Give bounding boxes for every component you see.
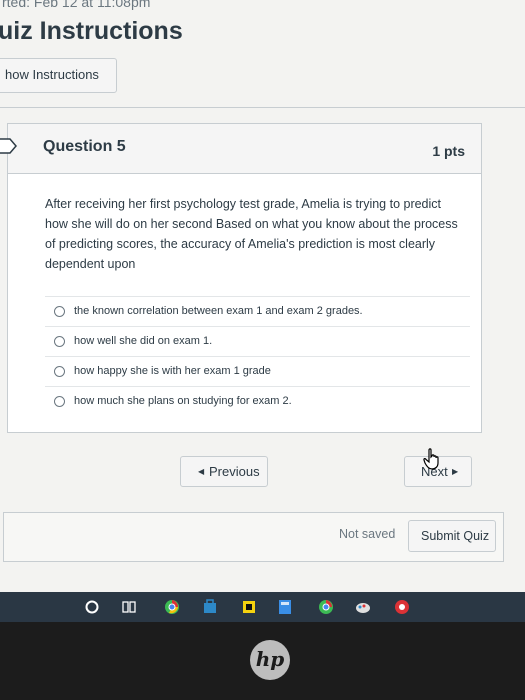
store-icon[interactable]: [202, 599, 218, 615]
browser-viewport: rted: Feb 12 at 11:08pm uiz Instructions…: [0, 0, 525, 592]
answer-list: the known correlation between exam 1 and…: [45, 296, 470, 416]
sticky-notes-icon[interactable]: [241, 599, 257, 615]
answer-label: how well she did on exam 1.: [74, 335, 213, 347]
show-instructions-button[interactable]: how Instructions: [0, 58, 117, 93]
chrome-profile-icon[interactable]: [318, 599, 334, 615]
answer-option[interactable]: how happy she is with her exam 1 grade: [45, 356, 470, 386]
radio-button[interactable]: [54, 306, 65, 317]
answer-label: how much she plans on studying for exam …: [74, 395, 292, 407]
question-card: Question 5 1 pts After receiving her fir…: [7, 123, 482, 433]
bookmark-flag-icon[interactable]: [0, 138, 18, 154]
question-points: 1 pts: [432, 143, 465, 159]
radio-button[interactable]: [54, 396, 65, 407]
quiz-footer: Not saved Submit Quiz: [3, 512, 504, 562]
question-header: Question 5 1 pts: [8, 124, 481, 174]
question-text: After receiving her first psychology tes…: [45, 197, 458, 271]
divider: [0, 107, 525, 108]
chrome-icon[interactable]: [164, 599, 180, 615]
answer-label: how happy she is with her exam 1 grade: [74, 365, 271, 377]
hp-logo: hp: [250, 640, 290, 680]
save-status: Not saved: [339, 527, 396, 541]
answer-option[interactable]: how much she plans on studying for exam …: [45, 386, 470, 416]
radio-button[interactable]: [54, 336, 65, 347]
caret-right-icon: ▶: [452, 467, 459, 476]
hand-cursor-icon: [423, 448, 439, 470]
question-name: Question 5: [43, 138, 126, 155]
submit-quiz-button[interactable]: Submit Quiz: [408, 520, 496, 552]
chrome-alt-icon[interactable]: [394, 599, 410, 615]
quiz-started-time: rted: Feb 12 at 11:08pm: [2, 0, 151, 10]
paint-icon[interactable]: [355, 599, 371, 615]
answer-option[interactable]: the known correlation between exam 1 and…: [45, 296, 470, 326]
radio-button[interactable]: [54, 366, 65, 377]
task-view-icon[interactable]: [121, 599, 137, 615]
page-title: uiz Instructions: [0, 17, 183, 45]
previous-button[interactable]: ◀ Previous: [180, 456, 268, 487]
cortana-icon[interactable]: [84, 599, 100, 615]
answer-label: the known correlation between exam 1 and…: [74, 305, 363, 317]
calculator-icon[interactable]: [277, 599, 293, 615]
answer-option[interactable]: how well she did on exam 1.: [45, 326, 470, 356]
previous-label: Previous: [209, 464, 260, 479]
caret-left-icon: ◀: [198, 467, 205, 476]
taskbar: [0, 592, 525, 622]
